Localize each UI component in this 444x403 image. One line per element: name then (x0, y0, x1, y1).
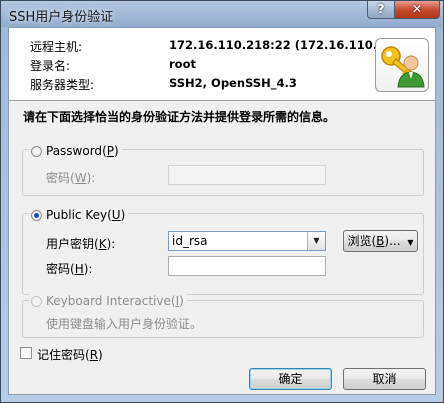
login-name-label: 登录名: (30, 59, 71, 73)
dialog-body: 远程主机: 172.16.110.218:22 (172.16.110.218 … (8, 27, 436, 395)
publickey-option-label: Public Key(U) (46, 208, 126, 222)
ssh-auth-dialog: SSH用户身份验证 ? ✕ 远程主机: 172.16.110.218:22 (1… (0, 0, 444, 403)
user-key-label: 用户密钥(K): (46, 237, 116, 251)
title-bar[interactable]: SSH用户身份验证 ? ✕ (1, 1, 443, 27)
remote-host-value: 172.16.110.218:22 (172.16.110.218 (169, 38, 402, 52)
passphrase-label: 密码(H): (46, 262, 93, 276)
password-option-label: Password(P) (46, 144, 119, 158)
browse-button[interactable]: 浏览(B)... ▼ (343, 230, 418, 252)
chevron-down-icon[interactable]: ▼ (307, 232, 325, 250)
keyboard-radio[interactable] (31, 295, 42, 307)
password-radio[interactable] (31, 145, 42, 157)
key-user-icon (375, 38, 429, 92)
passphrase-field[interactable] (168, 256, 326, 276)
connection-info-panel: 远程主机: 172.16.110.218:22 (172.16.110.218 … (9, 28, 435, 101)
publickey-option[interactable]: Public Key(U) (29, 208, 129, 222)
keyboard-description: 使用键盘输入用户身份验证。 (46, 317, 203, 331)
password-field[interactable] (168, 165, 326, 185)
login-name-value: root (169, 57, 196, 71)
help-button[interactable]: ? (367, 1, 395, 19)
cancel-button[interactable]: 取消 (343, 368, 426, 390)
user-key-value: id_rsa (172, 234, 208, 248)
ok-button[interactable]: 确定 (249, 368, 332, 390)
window-title: SSH用户身份验证 (9, 10, 114, 25)
keyboard-option-label: Keyboard Interactive(I) (46, 294, 184, 308)
instruction-text: 请在下面选择恰当的身份验证方法并提供登录所需的信息。 (23, 110, 336, 124)
remember-password-label[interactable]: 记住密码(R) (37, 346, 103, 363)
server-type-label: 服务器类型: (30, 78, 95, 92)
remote-host-label: 远程主机: (30, 40, 83, 54)
password-option[interactable]: Password(P) (29, 144, 122, 158)
publickey-group (22, 213, 424, 295)
server-type-value: SSH2, OpenSSH_4.3 (169, 76, 297, 90)
user-key-combo[interactable]: id_rsa ▼ (168, 231, 326, 251)
close-button[interactable]: ✕ (394, 1, 440, 19)
keyboard-option[interactable]: Keyboard Interactive(I) (29, 294, 187, 308)
publickey-radio[interactable] (31, 209, 42, 221)
remember-password-checkbox[interactable] (20, 347, 32, 359)
dropdown-arrow-icon: ▼ (407, 238, 414, 247)
password-field-label: 密码(W): (46, 171, 96, 185)
